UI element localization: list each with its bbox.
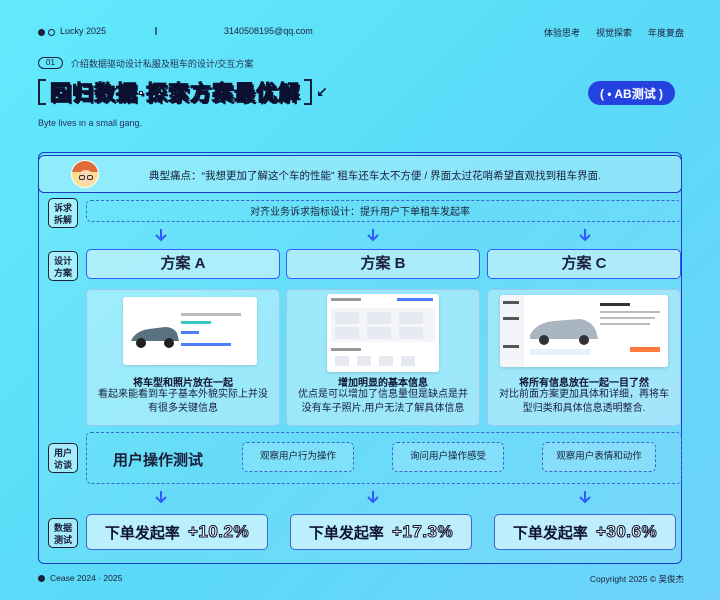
brand-name: Lucky 2025 — [60, 26, 107, 36]
footer-years: Cease 2024 · 2025 — [50, 573, 123, 583]
scheme-c-header[interactable]: 方案 C — [487, 249, 681, 279]
arrow-down-icon — [578, 490, 592, 504]
row-label-interview: 用户 访谈 — [48, 443, 78, 473]
arrow-down-left-icon: ↙ — [316, 83, 328, 100]
contact-email[interactable]: 3140508195@qq.com — [224, 26, 313, 36]
metric-value: +10.2% — [187, 522, 250, 542]
footer-left: Cease 2024 · 2025 — [38, 573, 122, 583]
brand-dots-icon — [38, 28, 55, 38]
scheme-a-screenshot — [123, 297, 257, 365]
avatar — [71, 160, 99, 188]
footer: Cease 2024 · 2025 Copyright 2025 © 吴俊杰 — [38, 573, 684, 585]
metric-label: 下单发起率 — [512, 524, 588, 542]
metric-label: 下单发起率 — [308, 524, 384, 542]
scheme-b-title: 增加明显的基本信息 — [338, 378, 428, 389]
ab-test-badge[interactable]: ( • AB测试 ) — [588, 81, 675, 105]
scheme-a-card: 将车型和照片放在一起 看起来能看到车子基本外貌实际上并没有很多关键信息 — [86, 289, 280, 426]
scheme-c-description: 对比前面方案更加具体和详细，再将车型归类和具体信息透明整合. — [499, 389, 669, 414]
nav-item-experience[interactable]: 体验思考 — [544, 26, 580, 39]
arrow-down-icon — [578, 228, 592, 242]
interview-item-behavior: 观察用户行为操作 — [242, 442, 354, 472]
row-label-data-test: 数据 测试 — [48, 518, 78, 548]
metric-value: +30.6% — [595, 522, 658, 542]
metric-value: +17.3% — [391, 522, 454, 542]
dot-icon — [38, 574, 45, 582]
scheme-a-title: 将车型和照片放在一起 — [133, 378, 233, 389]
metric-scheme-a: 下单发起率 +10.2% — [86, 514, 268, 550]
nav-item-review[interactable]: 年度复盘 — [648, 26, 684, 39]
bracket-left-icon — [38, 79, 46, 105]
section-description: 介绍数据驱动设计私服及租车的设计/交互方案 — [70, 58, 254, 69]
metric-label: 下单发起率 — [104, 524, 180, 542]
scheme-c-screenshot — [500, 295, 668, 367]
page-title-text: 回归数据·探索方案最优解 — [50, 82, 300, 106]
top-nav: 体验思考 视觉探索 年度复盘 — [544, 26, 684, 39]
footer-copyright: Copyright 2025 © 吴俊杰 — [589, 574, 684, 584]
arrow-down-icon — [366, 228, 380, 242]
top-bar: Lucky 2025 ∥ 3140508195@qq.com 体验思考 视觉探索… — [38, 26, 684, 40]
scheme-b-card: 增加明显的基本信息 优点是可以增加了信息量但是缺点是并没有车子照片,用户无法了解… — [286, 289, 480, 426]
arrow-down-icon — [154, 490, 168, 504]
scheme-c-title: 将所有信息放在一起一目了然 — [519, 378, 649, 389]
bracket-right-icon — [304, 79, 312, 105]
pain-point-banner: 典型痛点：“我想更加了解这个车的性能” 租车还车太不方便 / 界面太过花哨希望直… — [38, 155, 682, 193]
scheme-a-header[interactable]: 方案 A — [86, 249, 280, 279]
scheme-b-description: 优点是可以增加了信息量但是缺点是并没有车子照片,用户无法了解具体信息 — [298, 389, 468, 414]
deco-mark: ∥ — [154, 26, 158, 35]
scheme-c-card: 将所有信息放在一起一目了然 对比前面方案更加具体和详细，再将车型归类和具体信息透… — [487, 289, 681, 426]
scheme-a-description: 看起来能看到车子基本外貌实际上并没有很多关键信息 — [98, 389, 268, 414]
interview-item-expression: 观察用户表情和动作 — [542, 442, 656, 472]
pain-point-text: 典型痛点：“我想更加了解这个车的性能” 租车还车太不方便 / 界面太过花哨希望直… — [149, 170, 602, 182]
scheme-b-screenshot — [327, 294, 439, 372]
interview-title: 用户操作测试 — [113, 452, 204, 469]
page-title: 回归数据·探索方案最优解 ↙ — [38, 78, 328, 106]
tagline: Byte lives in a small gang. — [38, 118, 143, 128]
row-label-design: 设计 方案 — [48, 251, 78, 281]
interview-item-feeling: 询问用户操作感受 — [392, 442, 504, 472]
nav-item-visual[interactable]: 视觉探索 — [596, 26, 632, 39]
section-subtitle: 01 介绍数据驱动设计私服及租车的设计/交互方案 — [38, 56, 253, 70]
metric-scheme-b: 下单发起率 +17.3% — [290, 514, 472, 550]
arrow-down-icon — [366, 490, 380, 504]
arrow-down-icon — [154, 228, 168, 242]
section-number: 01 — [38, 57, 63, 69]
scheme-b-header[interactable]: 方案 B — [286, 249, 480, 279]
goal-text: 对齐业务诉求指标设计：提升用户下单租车发起率 — [250, 207, 470, 218]
metric-scheme-c: 下单发起率 +30.6% — [494, 514, 676, 550]
